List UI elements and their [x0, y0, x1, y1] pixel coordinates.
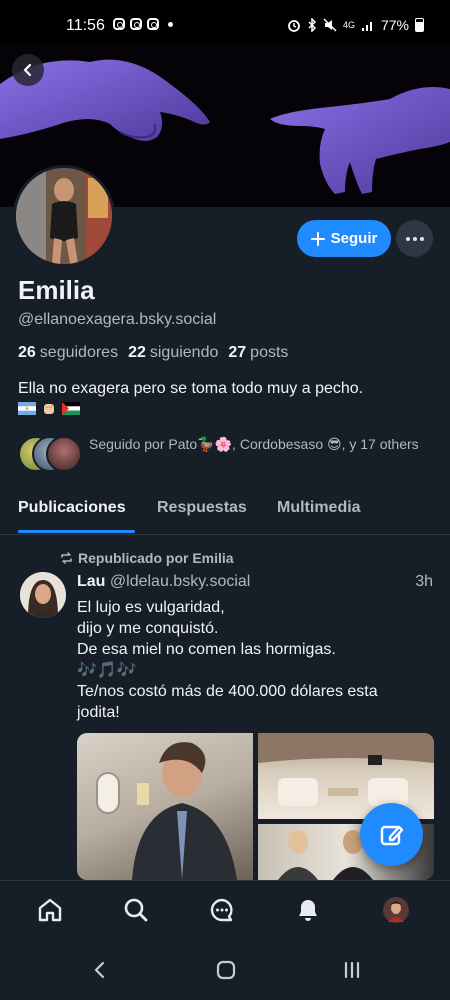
argentina-flag-icon [18, 402, 36, 415]
home-icon [38, 898, 62, 922]
instagram-icon [130, 18, 142, 30]
more-options-button[interactable] [396, 220, 433, 257]
avatar[interactable] [13, 165, 115, 267]
following-count: 22 [128, 344, 146, 361]
status-bar: 11:56 4G 77% [0, 0, 450, 44]
nav-notifications[interactable] [293, 895, 323, 925]
system-home-button[interactable] [214, 958, 238, 982]
search-icon [124, 898, 148, 922]
display-name: Emilia [18, 275, 95, 305]
image-content [96, 742, 237, 880]
compose-icon [380, 825, 403, 845]
post-text-line: De esa miel no comen las hormigas. [77, 641, 336, 658]
followed-by-avatars [18, 435, 82, 472]
post-text-line: dijo y me conquistó. [77, 620, 219, 637]
follow-button[interactable]: Seguir [297, 220, 391, 257]
raised-fist-icon [44, 404, 54, 414]
dot-icon [419, 236, 424, 241]
nav-home[interactable] [35, 895, 65, 925]
tab-multimedia[interactable]: Multimedia [277, 499, 361, 517]
post-text: El lujo es vulgaridad, dijo y me conquis… [77, 597, 433, 723]
status-right: 4G 77% [287, 17, 424, 33]
system-recents-button[interactable] [340, 958, 364, 982]
repost-icon [61, 552, 72, 564]
tab-respuestas[interactable]: Respuestas [157, 499, 247, 517]
repost-label: Republicado por Emilia [78, 550, 234, 566]
battery-icon [415, 18, 424, 32]
notification-icons [113, 18, 173, 30]
post-author-handle[interactable]: @ldelau.bsky.social [110, 573, 250, 590]
dot-icon [405, 236, 410, 241]
post-author-name[interactable]: Lau [77, 573, 105, 590]
dot-icon [412, 236, 417, 241]
followers-label: seguidores [39, 344, 119, 361]
instagram-icon [147, 18, 159, 30]
followers-stat[interactable]: 26 seguidores [18, 344, 118, 362]
follow-label: Seguir [330, 230, 378, 247]
profile-tabs: Publicaciones Respuestas Multimedia [0, 490, 450, 535]
post-image[interactable] [77, 733, 253, 880]
nav-profile[interactable] [381, 895, 411, 925]
system-back-button[interactable] [88, 958, 112, 982]
followed-by-text: Seguido por Pato🦆🌸, Cordobesaso 😎, y 17 … [89, 436, 419, 452]
following-stat[interactable]: 22 siguiendo [128, 344, 218, 362]
palestine-flag-icon [62, 402, 80, 415]
avatar-image [16, 168, 112, 264]
posts-stat: 27 posts [228, 344, 288, 362]
nav-chat[interactable] [207, 895, 237, 925]
chevron-left-icon [94, 961, 105, 979]
plus-icon [310, 231, 325, 246]
followed-by[interactable]: Seguido por Pato🦆🌸, Cordobesaso 😎, y 17 … [18, 435, 438, 472]
post-text-line: Te/nos costó más de 400.000 dólares esta [77, 683, 378, 700]
recents-icon [344, 961, 360, 979]
post-text-line: 🎶🎵🎶 [77, 662, 137, 679]
battery-percent: 77% [380, 17, 409, 33]
bottom-navigation [0, 880, 450, 941]
chevron-left-icon [23, 63, 32, 77]
repost-indicator: Republicado por Emilia [60, 550, 234, 566]
active-tab-indicator [18, 530, 135, 533]
back-button[interactable] [12, 54, 44, 86]
system-navigation [0, 940, 450, 1000]
followers-count: 26 [18, 344, 36, 361]
profile-stats: 26 seguidores 22 siguiendo 27 posts [18, 344, 288, 362]
post-text-line: jodita! [77, 704, 120, 721]
chat-icon [210, 898, 233, 922]
post-timestamp: 3h [415, 573, 433, 590]
following-label: siguiendo [149, 344, 219, 361]
post-author-avatar[interactable] [20, 572, 66, 618]
dot-icon [168, 21, 173, 27]
compose-button[interactable] [360, 803, 423, 866]
post-header: Lau @ldelau.bsky.social 3h [77, 573, 433, 591]
profile-avatar [383, 897, 409, 923]
instagram-icon [113, 18, 125, 30]
home-square-icon [216, 960, 236, 980]
nav-search[interactable] [121, 895, 151, 925]
signal-icon [361, 22, 372, 31]
avatar [46, 436, 82, 472]
profile-handle: @ellanoexagera.bsky.social [18, 311, 217, 328]
post-text-line: El lujo es vulgaridad, [77, 599, 225, 616]
tab-publicaciones[interactable]: Publicaciones [18, 499, 126, 517]
posts-count: 27 [228, 344, 247, 361]
network-type: 4G [342, 19, 355, 30]
alarm-icon [288, 20, 300, 32]
post-image[interactable] [258, 733, 434, 819]
posts-label: posts [250, 344, 289, 361]
bluetooth-icon [308, 18, 317, 32]
status-time: 11:56 [66, 17, 105, 34]
profile-bio: Ella no exagera pero se toma todo muy a … [18, 380, 364, 397]
mute-icon [323, 18, 337, 32]
bell-icon [299, 900, 317, 921]
avatar-image [20, 572, 66, 618]
bio-emojis [18, 402, 80, 415]
image-content [258, 733, 434, 806]
